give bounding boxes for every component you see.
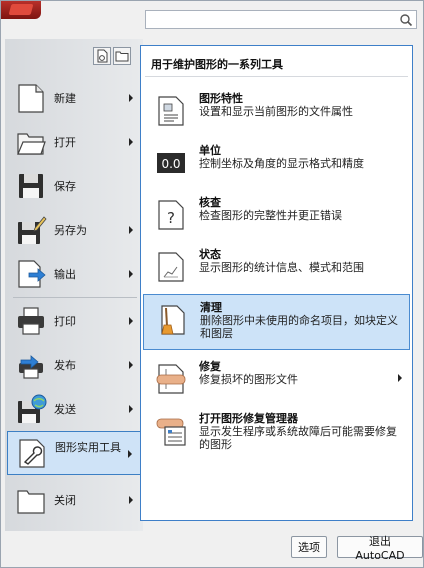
flyout-item-name: 状态	[199, 248, 221, 261]
floppy-disk-icon	[19, 174, 43, 198]
flyout-item-name: 核查	[199, 196, 221, 209]
purge-broom-icon	[161, 305, 185, 335]
submenu-arrow-icon	[129, 496, 133, 504]
menu-item-close[interactable]: 关闭	[7, 480, 141, 520]
flyout-item-description: 设置和显示当前图形的文件属性	[199, 105, 353, 118]
audit-icon-text: ?	[167, 209, 175, 227]
menu-item-label: 图形实用工具	[55, 441, 121, 454]
send-icon	[18, 394, 47, 423]
menu-item-label: 另存为	[54, 223, 87, 237]
application-menu: 新建 打开 保存 另存为 输出 打印 发布 发送 图形实用工具 关闭 用于维护图…	[0, 0, 424, 568]
flyout-item-units[interactable]: 0.0 单位 控制坐标及角度的显示格式和精度	[143, 138, 410, 194]
publish-icon	[19, 355, 43, 379]
submenu-arrow-icon	[129, 405, 133, 413]
new-document-icon	[18, 84, 44, 113]
flyout-item-description: 控制坐标及角度的显示格式和精度	[199, 157, 364, 170]
menu-item-export[interactable]: 输出	[7, 254, 141, 294]
submenu-arrow-icon	[129, 270, 133, 278]
units-icon: 0.0	[157, 153, 185, 173]
flyout-item-audit[interactable]: ? 核查 检查图形的完整性并更正错误	[143, 190, 410, 246]
menu-item-open[interactable]: 打开	[7, 122, 141, 162]
submenu-arrow-icon	[398, 374, 402, 382]
flyout-title-divider	[145, 76, 408, 77]
menu-item-label: 发送	[54, 402, 76, 416]
menu-item-label: 打开	[54, 135, 76, 149]
menu-item-new[interactable]: 新建	[7, 78, 141, 118]
flyout-item-recover[interactable]: 修复 修复损坏的图形文件	[143, 354, 410, 410]
flyout-item-description: 显示图形的统计信息、模式和范围	[199, 261, 364, 274]
submenu-arrow-icon	[129, 94, 133, 102]
flyout-title: 用于维护图形的一系列工具	[151, 58, 283, 71]
recent-documents-icon	[97, 49, 108, 63]
properties-icon	[158, 96, 184, 126]
submenu-arrow-icon	[128, 450, 132, 458]
flyout-item-description: 检查图形的完整性并更正错误	[199, 209, 342, 222]
open-documents-icon	[115, 51, 129, 62]
folder-close-icon	[17, 490, 45, 514]
flyout-item-name: 打开图形修复管理器	[199, 412, 298, 425]
flyout-item-name: 图形特性	[199, 92, 243, 105]
menu-item-print[interactable]: 打印	[7, 301, 141, 341]
status-icon	[158, 252, 184, 282]
flyout-item-drawing-properties[interactable]: 图形特性 设置和显示当前图形的文件属性	[143, 86, 410, 142]
wrench-icon	[19, 439, 45, 468]
search-box[interactable]	[145, 10, 417, 29]
flyout-item-description: 显示发生程序或系统故障后可能需要修复的图形	[199, 425, 397, 451]
submenu-arrow-icon	[129, 226, 133, 234]
flyout-item-status[interactable]: 状态 显示图形的统计信息、模式和范围	[143, 242, 410, 298]
folder-open-icon	[17, 133, 46, 155]
flyout-item-name: 修复	[199, 360, 221, 373]
recovery-manager-icon	[156, 418, 186, 446]
submenu-arrow-icon	[129, 317, 133, 325]
menu-separator	[13, 297, 137, 298]
menu-item-publish[interactable]: 发布	[7, 345, 141, 385]
menu-item-label: 关闭	[54, 493, 76, 507]
flyout-item-description: 修复损坏的图形文件	[199, 373, 298, 386]
exit-autocad-button[interactable]: 退出 AutoCAD	[337, 535, 423, 562]
menu-item-label: 打印	[54, 314, 76, 328]
flyout-item-name: 清理	[200, 301, 222, 314]
printer-icon	[18, 307, 44, 335]
open-documents-button[interactable]	[113, 47, 131, 65]
options-button[interactable]: 选项	[291, 536, 327, 558]
application-button[interactable]	[1, 1, 41, 19]
menu-item-label: 新建	[54, 91, 76, 105]
menu-item-label: 发布	[54, 358, 76, 372]
menu-item-drawing-utilities[interactable]: 图形实用工具	[7, 431, 141, 475]
flyout-item-recovery-manager[interactable]: 打开图形修复管理器 显示发生程序或系统故障后可能需要修复的图形	[143, 406, 410, 470]
menu-item-send[interactable]: 发送	[7, 389, 141, 429]
save-as-icon	[18, 216, 47, 244]
menu-item-save-as[interactable]: 另存为	[7, 210, 141, 250]
menu-item-label: 保存	[54, 179, 76, 193]
units-icon-text: 0.0	[161, 157, 180, 171]
drawing-utilities-flyout: 用于维护图形的一系列工具 图形特性 设置和显示当前图形的文件属性 0.0 单位 …	[140, 45, 413, 521]
search-input[interactable]	[146, 11, 396, 28]
menu-item-save[interactable]: 保存	[7, 166, 141, 206]
flyout-item-purge[interactable]: 清理 删除图形中未使用的命名项目，如块定义和图层	[143, 294, 410, 350]
menu-item-label: 输出	[54, 267, 76, 281]
submenu-arrow-icon	[129, 361, 133, 369]
audit-icon: ?	[158, 200, 184, 230]
recover-icon	[156, 364, 186, 394]
recent-view-buttons	[93, 47, 131, 65]
flyout-item-name: 单位	[199, 144, 221, 157]
submenu-arrow-icon	[129, 138, 133, 146]
flyout-item-description: 删除图形中未使用的命名项目，如块定义和图层	[200, 314, 398, 340]
search-icon[interactable]	[399, 13, 413, 27]
export-icon	[18, 260, 46, 288]
recent-documents-button[interactable]	[93, 47, 111, 65]
